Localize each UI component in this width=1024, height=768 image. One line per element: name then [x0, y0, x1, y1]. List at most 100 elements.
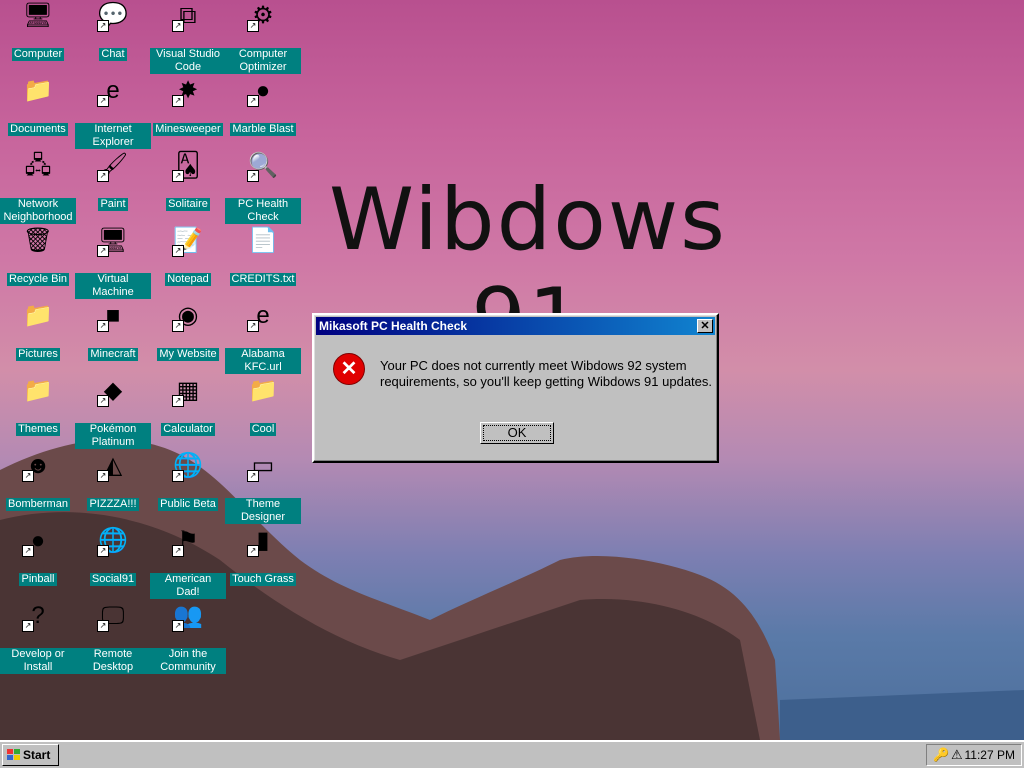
desktop-icon[interactable]: 🗑 Recycle Bin [0, 225, 76, 286]
desktop-icon[interactable]: ☻ ↗ Bomberman [0, 450, 76, 511]
desktop-icon[interactable]: e ↗ Internet Explorer [75, 75, 151, 149]
close-button[interactable]: ✕ [697, 319, 713, 333]
desktop-icon-label: Calculator [161, 423, 215, 436]
desktop-icon-label: Minesweeper [153, 123, 223, 136]
desktop-icon-label: Pokémon Platinum [75, 423, 151, 449]
desktop-icon[interactable]: 🖌 ↗ Paint [75, 150, 151, 211]
marble-icon: ● ↗ [247, 75, 279, 107]
ok-button[interactable]: OK [480, 422, 554, 444]
pokemon-icon: ◆ ↗ [97, 375, 129, 407]
desktop-icon-label: Bomberman [6, 498, 70, 511]
shortcut-arrow-icon: ↗ [172, 395, 184, 407]
ie-icon: e ↗ [97, 75, 129, 107]
shortcut-arrow-icon: ↗ [97, 545, 109, 557]
shortcut-arrow-icon: ↗ [97, 245, 109, 257]
github-icon: ◉ ↗ [172, 300, 204, 332]
cards-icon: 🂡 ↗ [172, 150, 204, 182]
shortcut-arrow-icon: ↗ [97, 170, 109, 182]
remote-desktop-icon: 🖵 ↗ [97, 600, 129, 632]
shortcut-arrow-icon: ↗ [22, 620, 34, 632]
vscode-icon: ⧉ ↗ [172, 0, 204, 32]
desktop-icon[interactable]: 📁 Documents [0, 75, 76, 136]
desktop-icon-label: Touch Grass [230, 573, 296, 586]
key-icon[interactable]: 🔑 [933, 747, 949, 763]
desktop-icon[interactable]: ◉ ↗ My Website [150, 300, 226, 361]
desktop-icon[interactable]: ⚙ ↗ Computer Optimizer [225, 0, 301, 74]
help-icon: ? ↗ [22, 600, 54, 632]
desktop-icon[interactable]: 🖥 Computer [0, 0, 76, 61]
chat-icon: 💬 ↗ [97, 2, 128, 32]
desktop-icon[interactable]: 🖧 Network Neighborhood [0, 150, 76, 224]
desktop-icon[interactable]: ● ↗ Pinball [0, 525, 76, 586]
shortcut-arrow-icon: ↗ [247, 320, 259, 332]
desktop-icon-label: PIZZZA!!! [87, 498, 139, 511]
desktop-icon-label: Pictures [16, 348, 60, 361]
desktop-icon-label: Public Beta [158, 498, 218, 511]
desktop-icon[interactable]: 📁 Pictures [0, 300, 76, 361]
desktop-icon-label: American Dad! [150, 573, 226, 599]
desktop-icon[interactable]: ◆ ↗ Pokémon Platinum [75, 375, 151, 449]
health-check-dialog: Mikasoft PC Health Check ✕ ✕ Your PC doe… [312, 313, 719, 463]
desktop-icon[interactable]: ● ↗ Marble Blast [225, 75, 301, 136]
desktop-icon-label: PC Health Check [225, 198, 301, 224]
folder-icon: 📁 [23, 377, 53, 404]
desktop-icon-label: Solitaire [166, 198, 210, 211]
warning-icon[interactable]: ⚠ [951, 747, 963, 763]
desktop-icon[interactable]: 📝 ↗ Notepad [150, 225, 226, 286]
shortcut-arrow-icon: ↗ [97, 395, 109, 407]
desktop-icon[interactable]: ⚑ ↗ American Dad! [150, 525, 226, 599]
computer-icon: 🖥 [22, 2, 54, 29]
desktop-icon-label: Paint [98, 198, 128, 211]
mine-icon: ✸ ↗ [172, 75, 204, 107]
desktop-icon-label: Themes [16, 423, 60, 436]
desktop-icon[interactable]: 📁 Themes [0, 375, 76, 436]
optimizer-icon: ⚙ ↗ [247, 0, 279, 32]
window-icon: ▭ ↗ [247, 450, 279, 482]
desktop-icon[interactable]: 🂡 ↗ Solitaire [150, 150, 226, 211]
desktop-icon-label: Join the Community [150, 648, 226, 674]
minecraft-icon: ■ ↗ [97, 300, 129, 332]
health-check-icon: 🔍 ↗ [247, 152, 278, 182]
start-button[interactable]: Start [2, 744, 59, 766]
desktop-icon-label: Internet Explorer [75, 123, 151, 149]
paint-icon: 🖌 ↗ [97, 152, 129, 182]
desktop-icon[interactable]: ✸ ↗ Minesweeper [150, 75, 226, 136]
start-label: Start [23, 748, 51, 762]
vm-icon: 🖥 ↗ [97, 227, 129, 257]
desktop-icon[interactable]: 👥 ↗ Join the Community [150, 600, 226, 674]
shortcut-arrow-icon: ↗ [22, 470, 34, 482]
desktop-icon-label: Alabama KFC.url [225, 348, 301, 374]
dialog-message: Your PC does not currently meet Wibdows … [380, 358, 713, 389]
desktop-icon[interactable]: ⧉ ↗ Visual Studio Code [150, 0, 226, 74]
desktop-icon[interactable]: ◭ ↗ PIZZZA!!! [75, 450, 151, 511]
desktop-icon-label: Recycle Bin [6, 273, 70, 286]
desktop-icon[interactable]: e ↗ Alabama KFC.url [225, 300, 301, 374]
desktop-icon[interactable]: ▮ ↗ Touch Grass [225, 525, 301, 586]
shortcut-arrow-icon: ↗ [247, 95, 259, 107]
windows-logo-icon [7, 749, 20, 760]
desktop-icon[interactable]: 🔍 ↗ PC Health Check [225, 150, 301, 224]
desktop-icon[interactable]: 📄 CREDITS.txt [225, 225, 301, 286]
desktop-icon[interactable]: 🖵 ↗ Remote Desktop [75, 600, 151, 674]
pizza-icon: ◭ ↗ [97, 450, 129, 482]
network-icon: 🖧 [24, 152, 52, 179]
dialog-titlebar[interactable]: Mikasoft PC Health Check ✕ [316, 317, 715, 335]
shortcut-arrow-icon: ↗ [172, 20, 184, 32]
desktop-icon[interactable]: 💬 ↗ Chat [75, 0, 151, 61]
desktop-icon-label: CREDITS.txt [229, 273, 297, 286]
clock[interactable]: 11:27 PM [965, 748, 1015, 763]
desktop-icon[interactable]: 🌐 ↗ Social91 [75, 525, 151, 586]
desktop-icon[interactable]: ? ↗ Develop or Install [0, 600, 76, 674]
desktop-icon[interactable]: 📁 Cool [225, 375, 301, 436]
desktop-icon[interactable]: ▭ ↗ Theme Designer [225, 450, 301, 524]
desktop-icon[interactable]: 🌐 ↗ Public Beta [150, 450, 226, 511]
desktop-icon[interactable]: ■ ↗ Minecraft [75, 300, 151, 361]
desktop-icon-label: Develop or Install [0, 648, 76, 674]
desktop-icon[interactable]: 🖥 ↗ Virtual Machine [75, 225, 151, 299]
shortcut-arrow-icon: ↗ [247, 470, 259, 482]
desktop-icon[interactable]: ▦ ↗ Calculator [150, 375, 226, 436]
shortcut-arrow-icon: ↗ [172, 545, 184, 557]
shortcut-arrow-icon: ↗ [247, 545, 259, 557]
shortcut-arrow-icon: ↗ [97, 620, 109, 632]
desktop-icon-label: Network Neighborhood [0, 198, 76, 224]
